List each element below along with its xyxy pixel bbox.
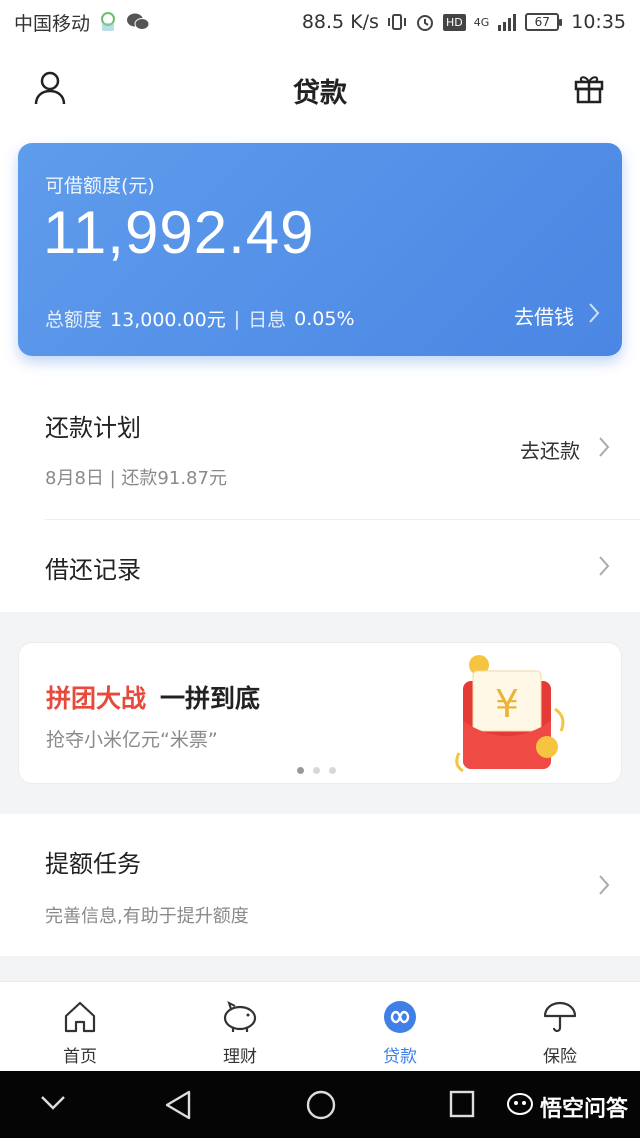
available-credit-label: 可借额度(元) bbox=[45, 175, 155, 197]
user-icon[interactable] bbox=[34, 71, 66, 109]
back-icon[interactable] bbox=[163, 1089, 193, 1125]
chevron-right-icon bbox=[598, 436, 610, 463]
watermark-text: 悟空问答 bbox=[539, 1097, 628, 1122]
repay-button-label: 去还款 bbox=[520, 439, 580, 463]
carrier-name: 中国移动 bbox=[14, 12, 91, 35]
battery-level: 67 bbox=[534, 15, 550, 29]
banner-title-highlight: 拼团大战 bbox=[46, 684, 147, 713]
notification-lock-icon bbox=[98, 11, 118, 33]
signal-icon bbox=[497, 13, 517, 31]
hd-badge: HD bbox=[442, 13, 466, 31]
status-bar: 中国移动 88.5 K/s HD 4G 67 10:35 bbox=[0, 0, 640, 44]
repayment-plan-title: 还款计划 bbox=[45, 414, 141, 442]
clock: 10:35 bbox=[571, 11, 626, 33]
wechat-icon bbox=[126, 12, 150, 32]
chevron-right-icon bbox=[598, 874, 610, 901]
carousel-dot[interactable] bbox=[313, 767, 320, 774]
chevron-right-icon bbox=[588, 302, 600, 329]
records-chevron bbox=[598, 555, 610, 582]
page-title: 贷款 bbox=[293, 77, 347, 109]
total-limit-label: 总额度 bbox=[45, 309, 103, 331]
credit-summary: 总额度 13,000.00元 | 日息 0.05% bbox=[45, 305, 355, 332]
limit-task-subtitle: 完善信息,有助于提升额度 bbox=[45, 906, 249, 927]
credit-limit-card[interactable]: 可借额度(元) 11,992.49 总额度 13,000.00元 | 日息 0.… bbox=[18, 143, 622, 356]
tab-loan-label: 贷款 bbox=[383, 1047, 417, 1067]
chevron-right-icon bbox=[598, 555, 610, 582]
home-button-icon[interactable] bbox=[305, 1089, 337, 1125]
available-credit-amount: 11,992.49 bbox=[43, 199, 315, 266]
summary-separator: | bbox=[233, 307, 241, 330]
recents-icon[interactable] bbox=[448, 1089, 476, 1123]
tab-insurance-label: 保险 bbox=[543, 1047, 577, 1067]
umbrella-icon bbox=[542, 1000, 578, 1038]
wukong-logo-icon bbox=[506, 1092, 534, 1122]
carousel-dot[interactable] bbox=[329, 767, 336, 774]
network-type: 4G bbox=[473, 15, 490, 29]
borrow-repay-records-row[interactable]: 借还记录 bbox=[0, 520, 640, 612]
collapse-icon[interactable] bbox=[40, 1095, 66, 1115]
bottom-tab-bar: 首页 理财 贷款 保险 bbox=[0, 981, 640, 1071]
repayment-plan-subtitle: 8月8日 | 还款91.87元 bbox=[45, 468, 227, 489]
limit-task-chevron bbox=[598, 874, 610, 901]
watermark: 悟空问答 bbox=[506, 1091, 628, 1123]
yuan-symbol: ¥ bbox=[495, 682, 519, 726]
vibrate-icon bbox=[387, 12, 407, 32]
promo-banner[interactable]: 拼团大战 一拼到底 抢夺小米亿元“米票” ¥ bbox=[18, 642, 622, 784]
borrow-button[interactable]: 去借钱 bbox=[514, 301, 600, 330]
tab-home[interactable]: 首页 bbox=[0, 982, 160, 1071]
banner-title-main: 一拼到底 bbox=[160, 684, 261, 713]
daily-rate-value: 0.05% bbox=[294, 307, 355, 330]
battery-icon: 67 bbox=[525, 13, 563, 31]
tab-finance-label: 理财 bbox=[223, 1047, 257, 1067]
gift-icon[interactable] bbox=[574, 72, 604, 108]
limit-task-row[interactable]: 提额任务 完善信息,有助于提升额度 bbox=[0, 814, 640, 956]
banner-subtitle: 抢夺小米亿元“米票” bbox=[46, 729, 218, 751]
home-icon bbox=[62, 1000, 98, 1038]
total-limit-value: 13,000.00元 bbox=[110, 309, 226, 331]
daily-rate-label: 日息 bbox=[248, 309, 287, 331]
app-header: 贷款 bbox=[0, 44, 640, 136]
network-speed: 88.5 K/s bbox=[301, 11, 379, 33]
banner-title: 拼团大战 一拼到底 bbox=[46, 679, 260, 715]
repay-button[interactable]: 去还款 bbox=[520, 435, 610, 464]
piggy-bank-icon bbox=[220, 1000, 260, 1038]
system-nav-bar: 悟空问答 bbox=[0, 1071, 640, 1138]
loan-icon bbox=[382, 1000, 418, 1038]
tab-home-label: 首页 bbox=[63, 1047, 97, 1067]
tab-loan[interactable]: 贷款 bbox=[320, 982, 480, 1071]
carousel-indicator[interactable] bbox=[297, 767, 336, 774]
tab-finance[interactable]: 理财 bbox=[160, 982, 320, 1071]
records-title: 借还记录 bbox=[45, 556, 141, 584]
red-envelope-icon: ¥ bbox=[449, 651, 569, 779]
alarm-icon bbox=[415, 12, 435, 32]
carousel-dot[interactable] bbox=[297, 767, 304, 774]
tab-insurance[interactable]: 保险 bbox=[480, 982, 640, 1071]
borrow-button-label: 去借钱 bbox=[514, 305, 574, 329]
repayment-plan-row[interactable]: 还款计划 8月8日 | 还款91.87元 去还款 bbox=[0, 380, 640, 520]
limit-task-title: 提额任务 bbox=[45, 850, 141, 878]
